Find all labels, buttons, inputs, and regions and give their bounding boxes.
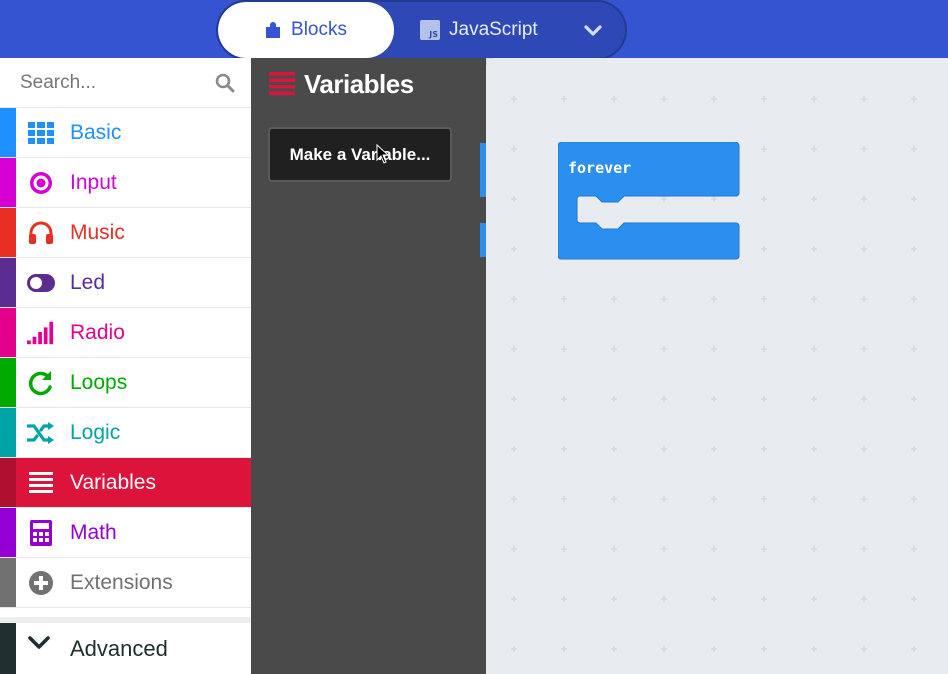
category-basic[interactable]: Basic — [0, 108, 251, 158]
category-label: Logic — [70, 420, 121, 444]
blocks-workspace[interactable]: forever — [486, 58, 948, 674]
category-input[interactable]: Input — [0, 158, 251, 208]
category-color-stripe — [0, 258, 16, 307]
plus-circle-icon — [27, 570, 55, 596]
category-label: Variables — [70, 470, 156, 494]
category-extensions[interactable]: Extensions — [0, 558, 251, 608]
headphones-icon — [27, 220, 55, 246]
toolbox: Basic Input Music — [0, 58, 251, 674]
category-label: Basic — [70, 120, 122, 144]
mouse-cursor-icon — [376, 144, 390, 164]
category-loops[interactable]: Loops — [0, 358, 251, 408]
forever-block-label: forever — [568, 159, 632, 177]
javascript-tab[interactable]: JS JavaScript — [420, 2, 538, 58]
category-variables[interactable]: Variables — [0, 458, 251, 508]
category-label: Loops — [70, 370, 128, 394]
search-icon[interactable] — [215, 73, 235, 93]
variables-flyout: Variables Make a Variable... — [251, 58, 486, 674]
category-radio[interactable]: Radio — [0, 308, 251, 358]
javascript-tab-label: JavaScript — [449, 19, 538, 40]
category-label: Music — [70, 220, 125, 244]
chevron-down-icon — [27, 635, 51, 656]
toolbox-search — [0, 58, 251, 108]
block-edges-behind-flyout — [480, 143, 486, 257]
forever-block[interactable]: forever — [557, 141, 741, 262]
category-label: Input — [70, 170, 117, 194]
category-color-stripe — [0, 408, 16, 457]
category-label: Advanced — [70, 636, 168, 661]
editor-toggle: Blocks JS JavaScript — [216, 0, 627, 60]
editor-dropdown-button[interactable] — [578, 16, 608, 46]
loop-arrow-icon — [27, 370, 55, 396]
grid-icon — [27, 120, 55, 146]
flyout-header: Variables — [269, 68, 414, 100]
calculator-icon — [27, 520, 55, 546]
category-music[interactable]: Music — [0, 208, 251, 258]
category-color-stripe — [0, 158, 16, 207]
category-color-stripe — [0, 358, 16, 407]
shuffle-icon — [27, 420, 55, 446]
flyout-title: Variables — [304, 68, 414, 99]
search-input[interactable] — [20, 71, 210, 94]
category-math[interactable]: Math — [0, 508, 251, 558]
top-bar: Blocks JS JavaScript — [0, 0, 948, 60]
category-color-stripe — [0, 508, 16, 557]
category-label: Led — [70, 270, 106, 294]
toggle-icon — [27, 270, 55, 296]
category-color-stripe — [0, 208, 16, 257]
list-lines-icon — [269, 72, 295, 95]
category-label: Extensions — [70, 570, 173, 594]
blocks-tab[interactable]: Blocks — [218, 2, 394, 58]
category-advanced[interactable]: Advanced — [0, 617, 251, 674]
blocks-tab-label: Blocks — [291, 19, 347, 40]
category-logic[interactable]: Logic — [0, 408, 251, 458]
category-led[interactable]: Led — [0, 258, 251, 308]
category-color-stripe — [0, 623, 16, 674]
chevron-down-icon — [584, 25, 602, 36]
category-label: Radio — [70, 320, 125, 344]
target-icon — [27, 170, 55, 196]
make-variable-button[interactable]: Make a Variable... — [268, 127, 452, 182]
category-color-stripe — [0, 458, 16, 507]
javascript-icon: JS — [420, 20, 440, 40]
category-color-stripe — [0, 108, 16, 157]
signal-bars-icon — [27, 320, 55, 346]
category-color-stripe — [0, 558, 16, 607]
category-label: Math — [70, 520, 117, 544]
category-color-stripe — [0, 308, 16, 357]
list-lines-icon — [27, 470, 55, 496]
puzzle-piece-icon — [266, 22, 281, 38]
